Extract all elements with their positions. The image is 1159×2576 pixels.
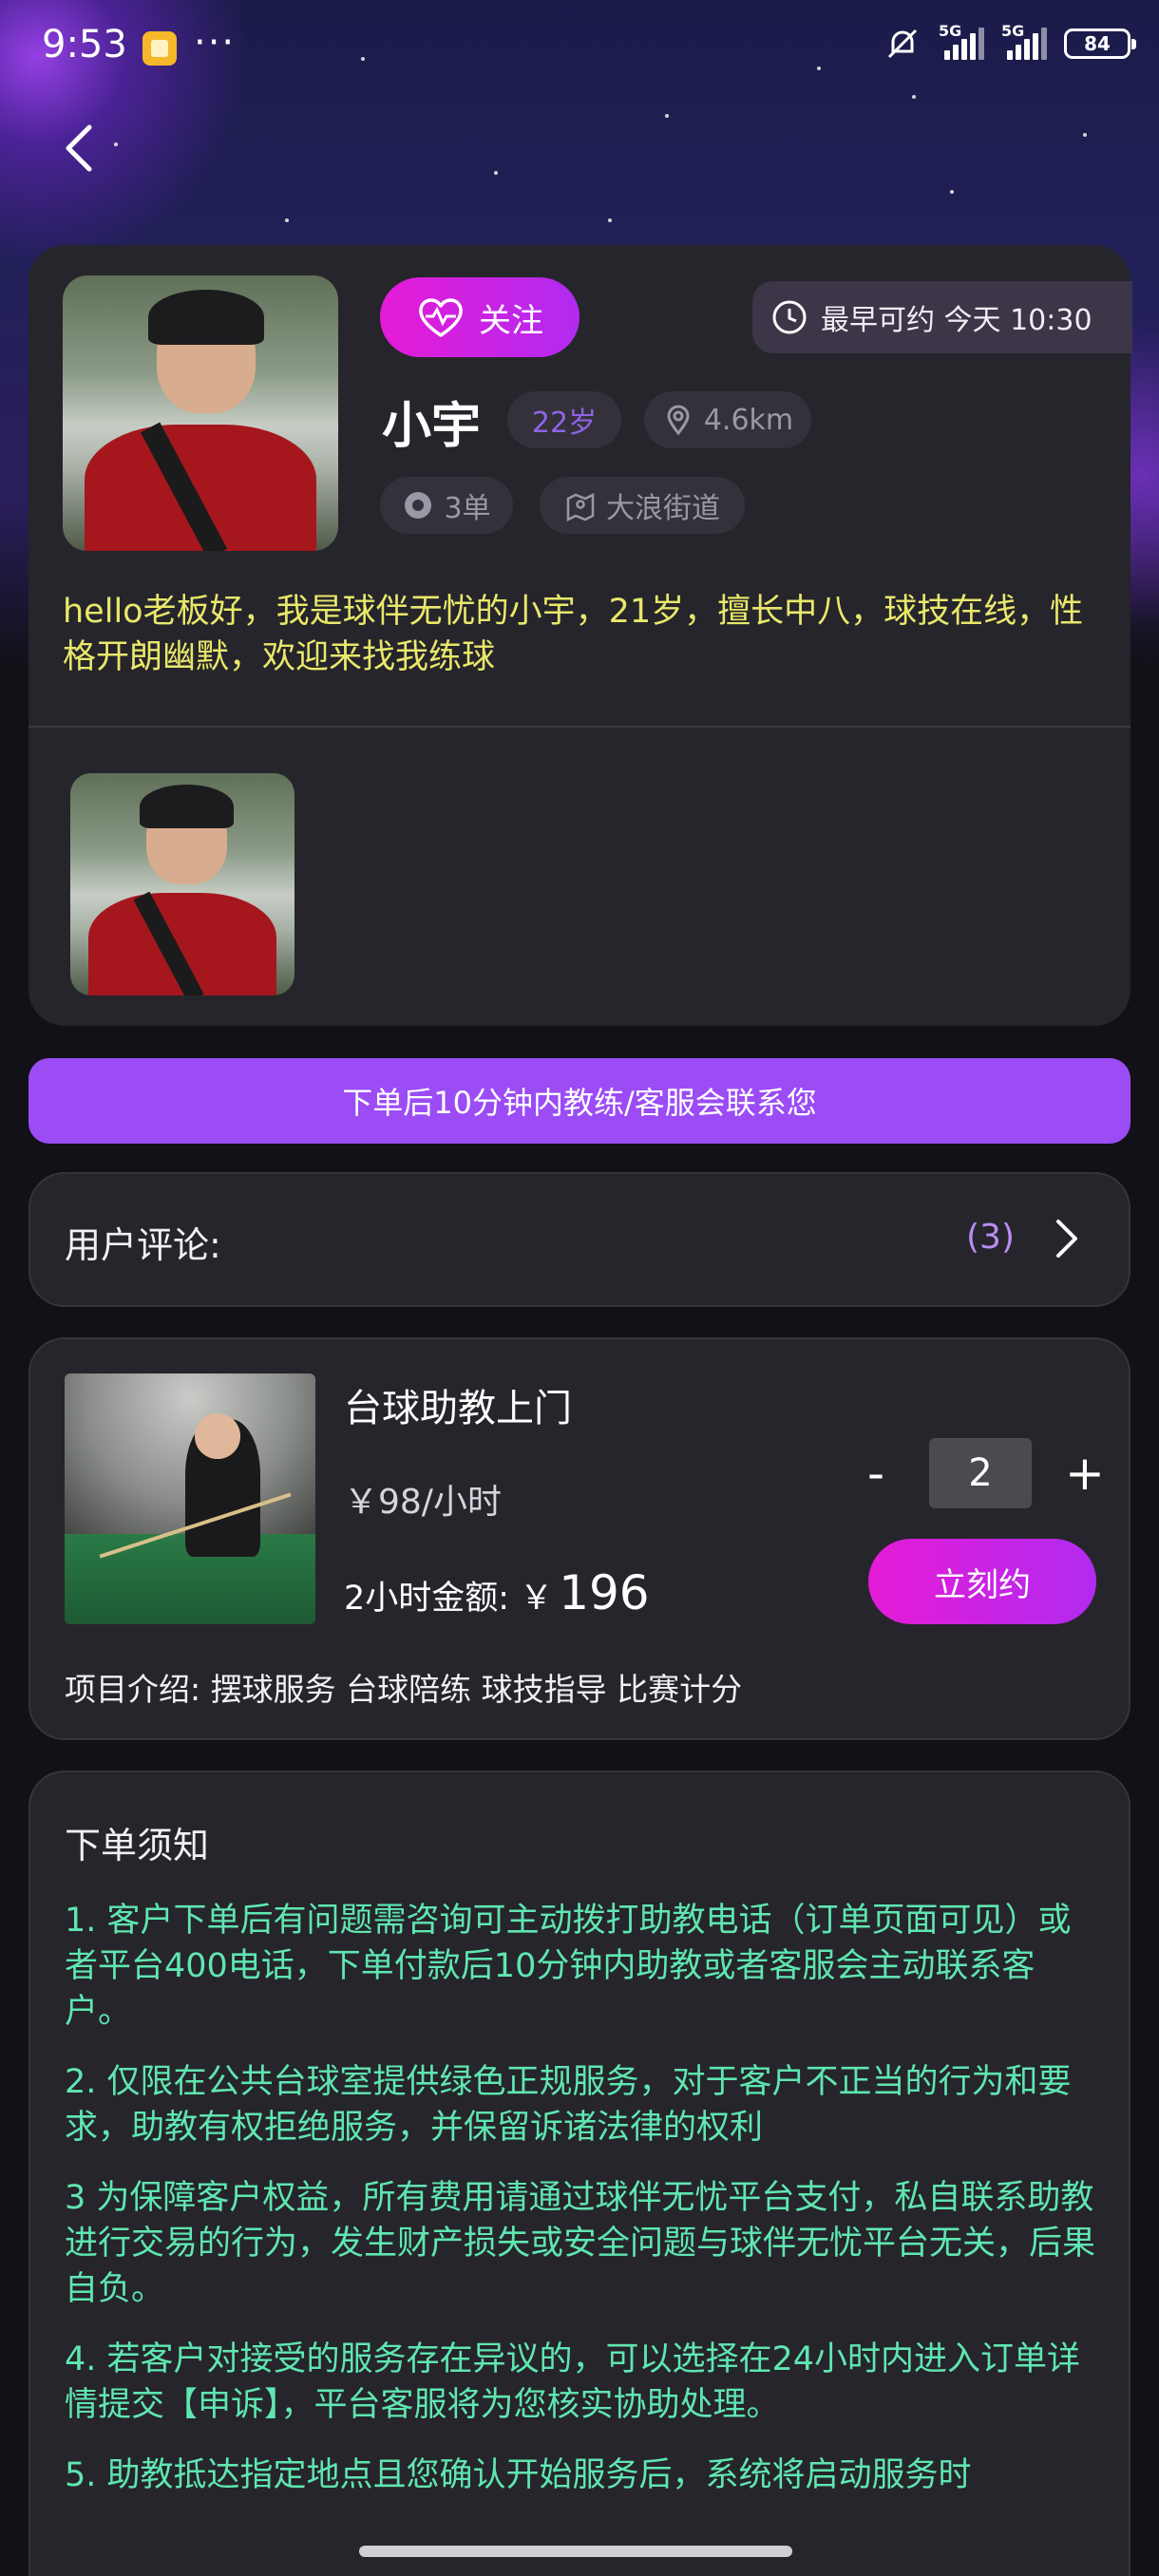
order-rules-card: 下单须知 1. 客户下单后有问题需咨询可主动拨打助教电话（订单页面可见）或者平台… [28, 1771, 1130, 2576]
location-pin-icon [667, 405, 690, 436]
clock-icon [772, 300, 807, 334]
service-card: 台球助教上门 ￥98/小时 2小时金额: ￥ 196 - 2 + 立刻约 项目介… [28, 1337, 1130, 1740]
street-badge: 大浪街道 [540, 477, 745, 534]
total-value: 196 [559, 1565, 650, 1620]
chevron-right-icon [1056, 1220, 1077, 1258]
map-pin-icon [566, 492, 595, 521]
profile-card: 关注 最早可约 今天 10:30 小宇 22岁 4.6km 3单 大浪街道 he… [28, 245, 1132, 1026]
chevron-left-icon[interactable] [57, 120, 99, 177]
home-indicator[interactable] [359, 2546, 792, 2557]
distance-label: 4.6km [703, 403, 794, 437]
more-notifications-icon: ··· [194, 21, 237, 65]
earliest-available-badge: 最早可约 今天 10:30 [752, 281, 1132, 353]
status-bar: 9:53 ··· 5G 5G 84 [0, 0, 1159, 95]
orders-badge: 3单 [380, 477, 513, 534]
distance-badge: 4.6km [644, 391, 811, 448]
quantity-field[interactable]: 2 [929, 1438, 1032, 1508]
service-description: 项目介绍: 摆球服务 台球陪练 球技指导 比赛计分 [65, 1671, 743, 1708]
contact-notice-bar: 下单后10分钟内教练/客服会联系您 [28, 1058, 1130, 1144]
avatar[interactable] [63, 275, 338, 551]
orders-label: 3单 [444, 492, 491, 525]
heart-pulse-icon [419, 298, 463, 337]
service-total: 2小时金额: ￥ 196 [344, 1565, 650, 1620]
service-image [65, 1373, 315, 1624]
quantity-stepper: - 2 + [847, 1438, 1113, 1508]
age-badge: 22岁 [507, 391, 621, 448]
signal-icon-2: 5G [1001, 22, 1047, 60]
reviews-row[interactable]: 用户评论: (3) [28, 1172, 1130, 1307]
signal-icon: 5G [939, 22, 984, 60]
bell-muted-icon [887, 28, 918, 59]
rule-item: 3 为保障客户权益，所有费用请通过球伴无忧平台支付，私自联系助教进行交易的行为，… [65, 2179, 1096, 2308]
rule-item: 2. 仅限在公共台球室提供绿色正规服务，对于客户不正当的行为和要求，助教有权拒绝… [65, 2063, 1072, 2147]
service-title: 台球助教上门 [344, 1387, 572, 1430]
follow-label: 关注 [479, 301, 543, 340]
rule-item: 4. 若客户对接受的服务存在异议的，可以选择在24小时内进入订单详情提交【申诉】… [65, 2340, 1081, 2424]
service-price: ￥98/小时 [344, 1483, 502, 1522]
book-now-button[interactable]: 立刻约 [868, 1539, 1096, 1624]
coach-intro: hello老板好，我是球伴无忧的小宇，21岁，擅长中八，球技在线，性格开朗幽默，… [63, 593, 1084, 676]
billiard-ball-icon [405, 492, 432, 519]
total-label: 2小时金额: ￥ [344, 1580, 554, 1618]
battery-icon: 84 [1064, 28, 1136, 59]
rules-list: 1. 客户下单后有问题需咨询可主动拨打助教电话（订单页面可见）或者平台400电话… [65, 1898, 1100, 2523]
rules-title: 下单须知 [65, 1825, 210, 1866]
rule-item: 1. 客户下单后有问题需咨询可主动拨打助教电话（订单页面可见）或者平台400电话… [65, 1902, 1072, 2031]
divider [28, 726, 1130, 728]
follow-button[interactable]: 关注 [380, 277, 580, 357]
increase-button[interactable]: + [1056, 1440, 1113, 1506]
gallery-photo[interactable] [70, 773, 294, 995]
rule-item: 5. 助教抵达指定地点且您确认开始服务后，系统将启动服务时 [65, 2456, 972, 2494]
notification-app-icon [142, 31, 177, 66]
reviews-label: 用户评论: [65, 1224, 221, 1266]
coach-name: 小宇 [382, 398, 482, 455]
earliest-label: 最早可约 今天 10:30 [821, 304, 1092, 337]
reviews-count: (3) [966, 1218, 1015, 1257]
decrease-button[interactable]: - [847, 1440, 904, 1506]
status-time: 9:53 [42, 23, 127, 66]
street-label: 大浪街道 [606, 492, 720, 525]
